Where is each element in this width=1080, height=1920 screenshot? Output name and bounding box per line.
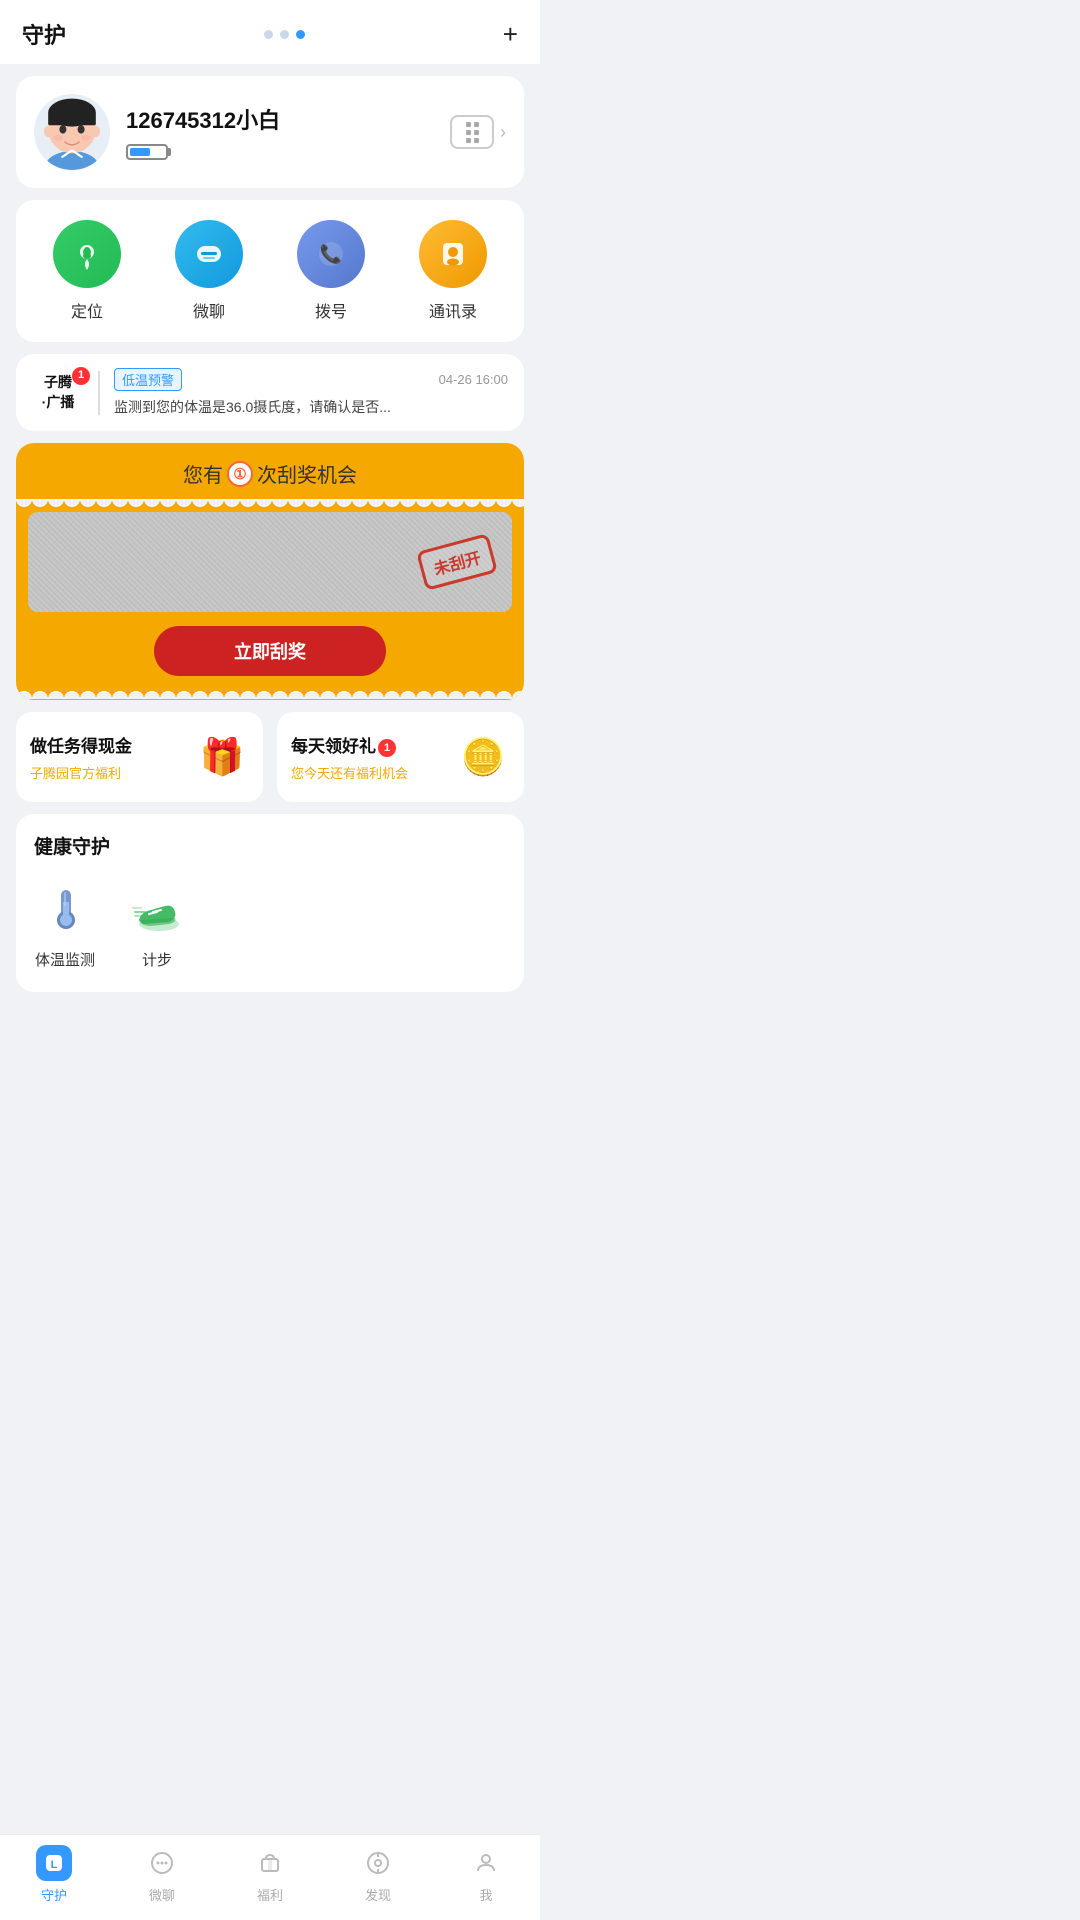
promo-daily[interactable]: 每天领好礼1 您今天还有福利机会 🪙 [277, 712, 524, 802]
nav-discover[interactable]: 发现 [348, 1845, 408, 1904]
lottery-count: ① [227, 461, 253, 487]
welfare-nav-label: 福利 [257, 1885, 283, 1904]
health-temperature[interactable]: 体温监测 [34, 877, 96, 970]
call-icon: 📞 [297, 220, 365, 288]
promo-daily-title: 每天领好礼1 [291, 732, 448, 757]
contacts-label: 通讯录 [429, 298, 477, 322]
promo-tasks-icon: 🎁 [195, 730, 249, 784]
dot-1 [264, 30, 273, 39]
temperature-label: 体温监测 [35, 949, 95, 970]
dual-promo: 做任务得现金 子腾园官方福利 🎁 每天领好礼1 您今天还有福利机会 🪙 [16, 712, 524, 802]
quick-actions: 定位 微聊 📞 拨号 通讯录 [16, 200, 524, 342]
svg-text:📞: 📞 [320, 242, 343, 264]
health-title: 健康守护 [34, 832, 506, 859]
lottery-scratch-area[interactable]: 未刮开 [28, 512, 512, 612]
broadcast-text: 监测到您的体温是36.0摄氏度，请确认是否... [114, 397, 508, 417]
header-title: 守护 [22, 18, 66, 50]
page-indicator [264, 30, 305, 39]
lottery-title: 您有 ① 次刮奖机会 [16, 443, 524, 498]
health-card: 健康守护 体温监测 [16, 814, 524, 992]
promo-tasks-title: 做任务得现金 [30, 732, 187, 757]
lottery-jagged-top [16, 498, 524, 512]
svg-text:L: L [51, 1859, 58, 1871]
profile-name: 126745312小白 [126, 103, 434, 135]
broadcast-badge: 1 [72, 367, 90, 385]
lottery-card[interactable]: 您有 ① 次刮奖机会 未刮开 立即刮奖 [16, 443, 524, 700]
action-locate[interactable]: 定位 [53, 220, 121, 322]
broadcast-time: 04-26 16:00 [439, 372, 508, 387]
temperature-icon [34, 877, 96, 939]
promo-tasks[interactable]: 做任务得现金 子腾园官方福利 🎁 [16, 712, 263, 802]
health-steps[interactable]: 计步 [126, 877, 188, 970]
broadcast-divider [98, 371, 100, 415]
nav-me[interactable]: 我 [456, 1845, 516, 1904]
app-header: 守护 + [0, 0, 540, 64]
battery-indicator [126, 144, 168, 160]
broadcast-tag: 低温预警 [114, 368, 182, 391]
nav-guard[interactable]: L 守护 [24, 1845, 84, 1904]
broadcast-card[interactable]: 子腾 ·广播 1 低温预警 04-26 16:00 监测到您的体温是36.0摄氏… [16, 354, 524, 431]
bottom-nav: L 守护 微聊 福利 [0, 1834, 540, 1920]
contacts-icon [419, 220, 487, 288]
action-contacts[interactable]: 通讯录 [419, 220, 487, 322]
action-chat[interactable]: 微聊 [175, 220, 243, 322]
promo-daily-sub: 您今天还有福利机会 [291, 763, 448, 782]
locate-icon [53, 220, 121, 288]
health-items: 体温监测 计步 [34, 877, 506, 970]
chat-icon [175, 220, 243, 288]
chat-nav-icon [144, 1845, 180, 1881]
chat-label: 微聊 [193, 298, 225, 322]
guard-nav-icon: L [36, 1845, 72, 1881]
chat-nav-label: 微聊 [149, 1885, 175, 1904]
profile-menu-button[interactable]: › [450, 115, 506, 149]
lottery-btn-wrap: 立即刮奖 [16, 612, 524, 686]
steps-label: 计步 [142, 949, 172, 970]
nav-welfare[interactable]: 福利 [240, 1845, 300, 1904]
scratch-button[interactable]: 立即刮奖 [154, 626, 386, 676]
action-call[interactable]: 📞 拨号 [297, 220, 365, 322]
add-button[interactable]: + [503, 19, 518, 50]
broadcast-content: 低温预警 04-26 16:00 监测到您的体温是36.0摄氏度，请确认是否..… [114, 368, 508, 417]
lottery-jagged-bottom [16, 686, 524, 700]
profile-card: 126745312小白 › [16, 76, 524, 188]
locate-label: 定位 [71, 298, 103, 322]
discover-nav-icon [360, 1845, 396, 1881]
me-nav-label: 我 [479, 1885, 492, 1904]
call-label: 拨号 [315, 298, 347, 322]
nav-chat[interactable]: 微聊 [132, 1845, 192, 1904]
dot-3 [296, 30, 305, 39]
daily-badge: 1 [378, 739, 396, 757]
steps-icon [126, 877, 188, 939]
me-nav-icon [468, 1845, 504, 1881]
broadcast-source: 子腾 ·广播 1 [32, 373, 84, 412]
avatar [34, 94, 110, 170]
discover-nav-label: 发现 [365, 1885, 391, 1904]
profile-info: 126745312小白 [126, 103, 434, 161]
promo-tasks-sub: 子腾园官方福利 [30, 763, 187, 782]
dot-2 [280, 30, 289, 39]
welfare-nav-icon [252, 1845, 288, 1881]
promo-daily-icon: 🪙 [456, 730, 510, 784]
guard-nav-label: 守护 [41, 1885, 67, 1904]
